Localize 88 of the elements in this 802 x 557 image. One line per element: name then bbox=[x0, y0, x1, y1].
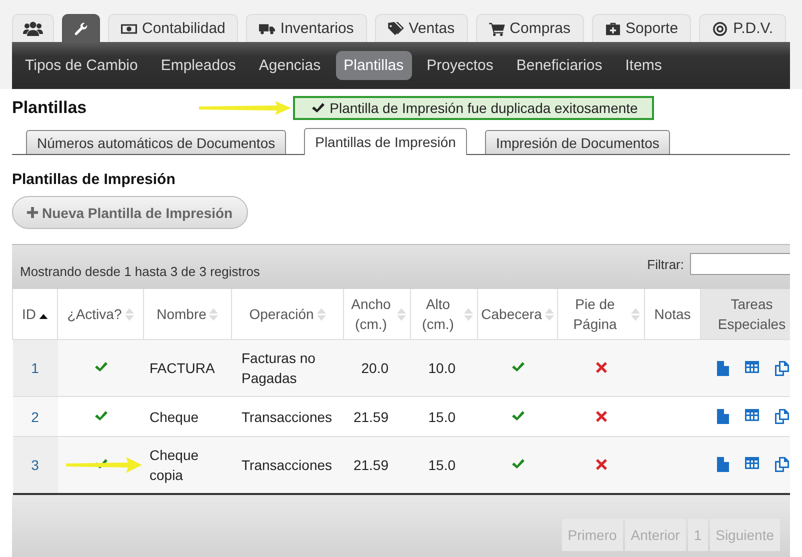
column-header[interactable]: ID bbox=[12, 289, 58, 340]
table-icon[interactable] bbox=[744, 457, 758, 470]
nav-item[interactable]: Tipos de Cambio bbox=[17, 51, 146, 80]
sort-icon bbox=[124, 308, 134, 320]
module-tab[interactable]: Contabilidad bbox=[108, 14, 238, 42]
column-header[interactable]: Operación bbox=[232, 289, 344, 340]
tab[interactable]: Números automáticos de Documentos bbox=[26, 130, 286, 154]
table-cell: Transacciones bbox=[242, 408, 332, 424]
sort-icon bbox=[316, 308, 326, 320]
target-icon bbox=[712, 22, 728, 36]
nav-item[interactable]: Items bbox=[617, 51, 670, 80]
module-tab[interactable]: Inventarios bbox=[246, 14, 367, 42]
filter-field[interactable] bbox=[690, 253, 790, 275]
table-cell: Cheque bbox=[150, 408, 199, 424]
table-cell: Facturas no Pagadas bbox=[242, 350, 316, 386]
column-label: Nombre bbox=[156, 305, 206, 324]
column-header[interactable]: Cabecera bbox=[478, 289, 558, 340]
column-header[interactable]: Nombre bbox=[144, 289, 232, 340]
column-label: Cabecera bbox=[481, 305, 542, 324]
module-tab[interactable] bbox=[62, 14, 100, 42]
arrow-icon bbox=[198, 101, 291, 115]
table-icon[interactable] bbox=[744, 409, 758, 421]
cart-icon bbox=[488, 22, 505, 36]
nav-item[interactable]: Proyectos bbox=[418, 51, 502, 80]
column-label: Pie de Página bbox=[572, 295, 618, 334]
arrow-icon bbox=[66, 456, 142, 473]
alert-message: Plantilla de Impresión fue duplicada exitosamente bbox=[330, 100, 638, 116]
banknote-icon bbox=[121, 22, 137, 36]
plus-icon bbox=[27, 207, 38, 218]
copy-icon[interactable] bbox=[774, 457, 788, 472]
wrench-icon bbox=[73, 22, 89, 36]
column-header[interactable]: Alto (cm.) bbox=[410, 289, 478, 340]
row-id-link[interactable]: 2 bbox=[31, 408, 39, 424]
table-cell: FACTURA bbox=[150, 360, 215, 376]
column-header[interactable]: Ancho (cm.) bbox=[344, 289, 410, 340]
nav-item[interactable]: Empleados bbox=[152, 51, 244, 80]
column-label: Ancho (cm.) bbox=[350, 295, 392, 334]
column-label: Tareas Especiales bbox=[716, 295, 787, 334]
sort-icon bbox=[464, 308, 473, 320]
column-header[interactable]: Notas bbox=[644, 289, 700, 340]
sort-icon bbox=[397, 308, 406, 320]
column-label: Alto (cm.) bbox=[421, 295, 455, 334]
new-template-button[interactable]: Nueva Plantilla de Impresión bbox=[12, 196, 248, 229]
module-tab[interactable]: Ventas bbox=[374, 14, 468, 42]
table-cell: 20.0 bbox=[361, 360, 388, 376]
column-label: Operación bbox=[249, 305, 314, 324]
column-header[interactable]: Tareas Especiales bbox=[700, 289, 790, 340]
tab[interactable]: Impresión de Documentos bbox=[484, 130, 670, 154]
table-cell: Cheque copia bbox=[150, 446, 199, 483]
module-tab[interactable]: Compras bbox=[476, 14, 584, 42]
sort-ascending-icon bbox=[39, 314, 48, 319]
medkit-icon bbox=[604, 22, 621, 36]
document-icon[interactable] bbox=[716, 360, 728, 376]
table-cell: 10.0 bbox=[428, 360, 456, 376]
records-info: Mostrando desde 1 hasta 3 de 3 registros bbox=[20, 264, 260, 279]
row-id-link[interactable]: 3 bbox=[31, 456, 39, 473]
table-icon[interactable] bbox=[744, 360, 758, 372]
page-title: Plantillas bbox=[12, 98, 87, 118]
nav-item[interactable]: Beneficiarios bbox=[508, 51, 610, 80]
truck-icon bbox=[259, 22, 276, 36]
column-label: ¿Activa? bbox=[67, 305, 122, 324]
section-title: Plantillas de Impresión bbox=[12, 171, 176, 188]
row-id-link[interactable]: 1 bbox=[31, 360, 39, 376]
filter-label: Filtrar: bbox=[647, 256, 684, 272]
table-cell: 15.0 bbox=[428, 408, 456, 424]
sort-icon bbox=[631, 308, 640, 320]
check-icon bbox=[310, 102, 325, 114]
table-cell: 21.59 bbox=[353, 408, 388, 424]
table-cell: 21.59 bbox=[353, 456, 388, 473]
document-icon[interactable] bbox=[716, 409, 728, 424]
document-icon[interactable] bbox=[716, 457, 728, 472]
module-tab[interactable]: P.D.V. bbox=[699, 14, 786, 42]
sort-icon bbox=[544, 308, 554, 320]
column-label: ID bbox=[22, 305, 36, 324]
table-cell: Transacciones bbox=[242, 456, 332, 473]
copy-icon[interactable] bbox=[774, 409, 788, 424]
sort-icon bbox=[209, 308, 218, 320]
table-cell: 15.0 bbox=[428, 456, 456, 473]
nav-item[interactable]: Agencias bbox=[250, 51, 329, 80]
column-header[interactable]: ¿Activa? bbox=[58, 289, 144, 340]
column-header[interactable]: Pie de Página bbox=[558, 289, 644, 340]
nav-item[interactable]: Plantillas bbox=[336, 51, 412, 80]
copy-icon[interactable] bbox=[774, 360, 788, 376]
column-label: Notas bbox=[654, 305, 691, 324]
module-tab[interactable]: Soporte bbox=[592, 14, 692, 42]
users-icon bbox=[23, 20, 43, 36]
tab[interactable]: Plantillas de Impresión bbox=[304, 128, 467, 155]
tag-icon bbox=[388, 22, 404, 36]
